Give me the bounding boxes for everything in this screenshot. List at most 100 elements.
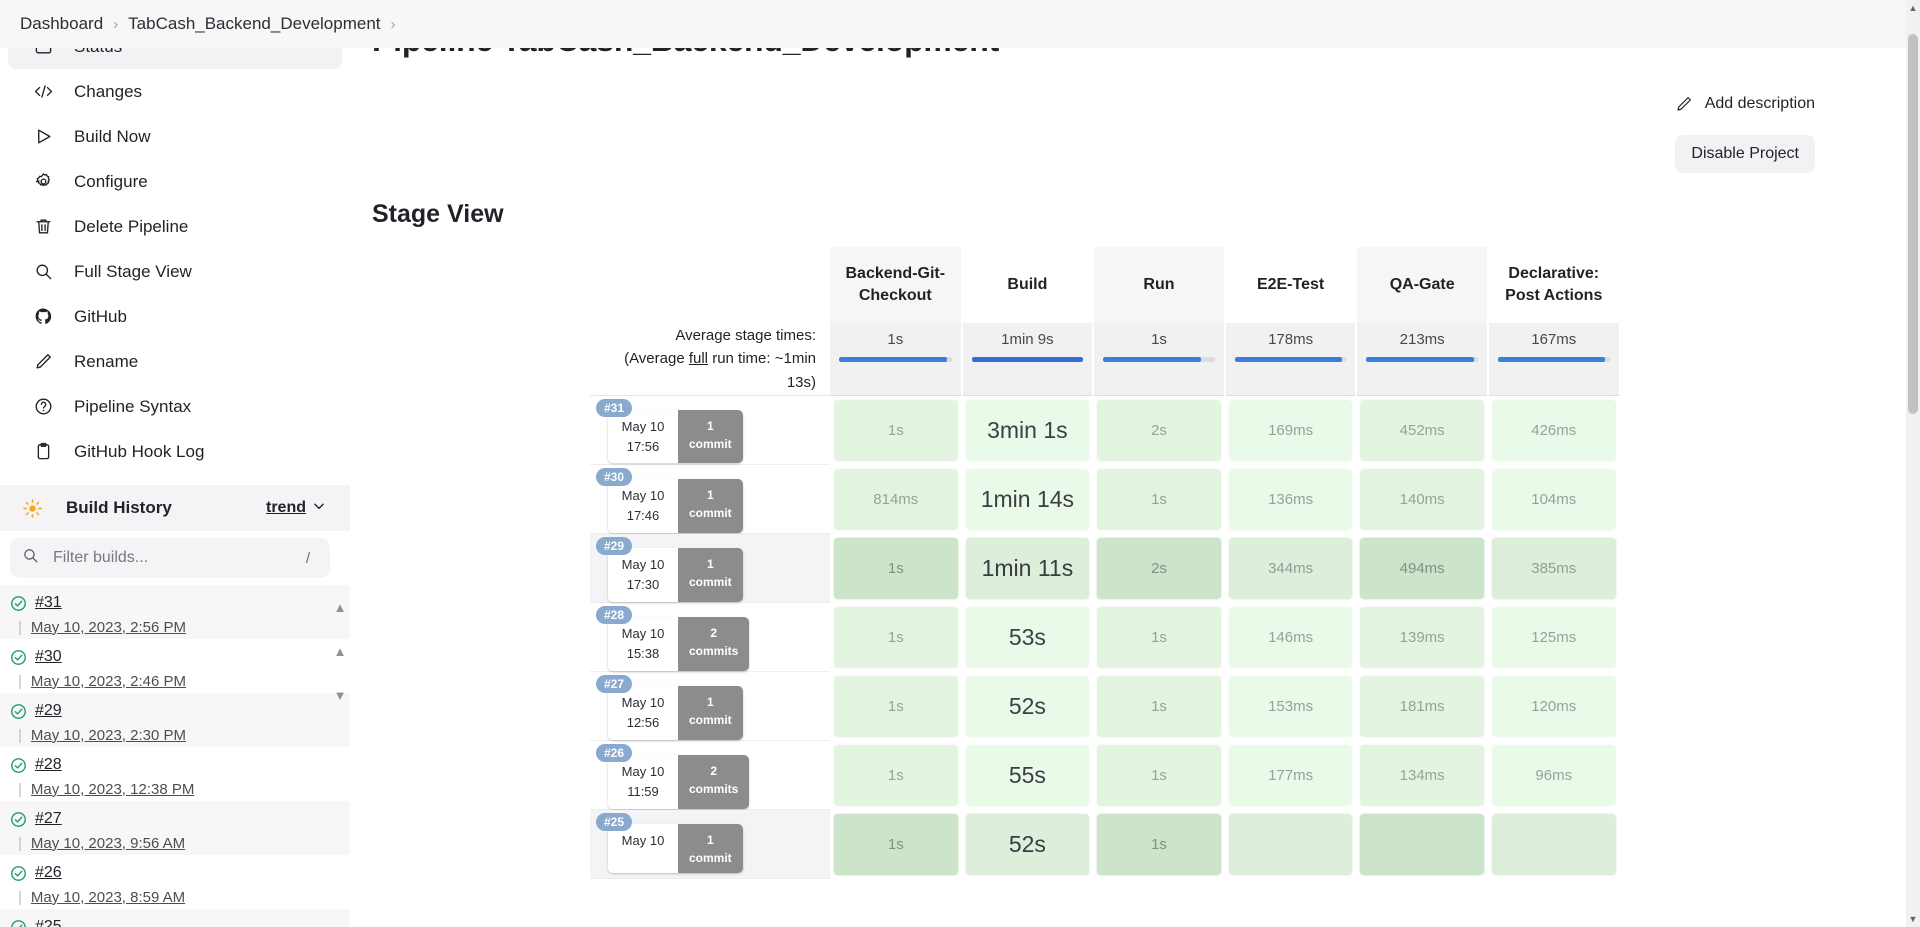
build-info-cell[interactable]: #31 May 10 17:56 1 commit: [590, 395, 830, 466]
list-item[interactable]: #30 | May 10, 2023, 2:46 PM: [0, 639, 350, 693]
build-number-link[interactable]: #26: [35, 864, 62, 882]
chevron-down-icon[interactable]: [312, 499, 328, 518]
list-item[interactable]: #26 | May 10, 2023, 8:59 AM: [0, 855, 350, 909]
stage-cell[interactable]: 134ms: [1356, 741, 1488, 810]
breadcrumb-item-project[interactable]: TabCash_Backend_Development: [122, 12, 386, 36]
build-number-badge[interactable]: #29: [596, 537, 633, 556]
stage-header-backend-git-checkout[interactable]: Backend-Git-Checkout: [830, 247, 963, 323]
build-number-link[interactable]: #27: [35, 810, 62, 828]
commit-box[interactable]: May 10 17:56 1 commit: [608, 409, 743, 464]
table-row[interactable]: #30 May 10 17:46 1 commit 814ms 1min 14s: [590, 464, 1620, 535]
stage-cell[interactable]: 181ms: [1356, 672, 1488, 741]
build-history-list[interactable]: #31 | May 10, 2023, 2:56 PM #30 | May 10…: [0, 585, 350, 927]
stage-cell[interactable]: [1225, 810, 1357, 879]
stage-cell[interactable]: 169ms: [1225, 395, 1357, 465]
commit-box[interactable]: May 10 12:56 1 commit: [608, 686, 743, 740]
stage-cell[interactable]: 426ms: [1488, 395, 1620, 465]
stage-cell[interactable]: 452ms: [1356, 395, 1488, 465]
scrollbar-up-icon[interactable]: ▲: [1906, 0, 1920, 16]
stage-cell[interactable]: 1s: [1093, 603, 1225, 672]
build-list-scroll-controls[interactable]: ▲ ▲ ▼: [330, 598, 350, 706]
scroll-up-step-icon[interactable]: ▲: [330, 642, 350, 662]
build-info-cell[interactable]: #26 May 10 11:59 2 commits: [590, 740, 830, 811]
commit-box[interactable]: May 10 17:46 1 commit: [608, 479, 743, 533]
stage-cell[interactable]: 52s: [962, 810, 1094, 879]
commit-count-box[interactable]: 2 commits: [678, 755, 750, 809]
stage-cell[interactable]: 1s: [1093, 741, 1225, 810]
stage-cell[interactable]: [1356, 810, 1488, 879]
filter-builds-input[interactable]: [51, 548, 298, 568]
stage-cell[interactable]: 136ms: [1225, 465, 1357, 534]
stage-header-qa-gate[interactable]: QA-Gate: [1356, 247, 1489, 323]
stage-cell[interactable]: 139ms: [1356, 603, 1488, 672]
stage-cell[interactable]: 2s: [1093, 534, 1225, 603]
stage-cell[interactable]: 1s: [830, 534, 962, 603]
sidebar-item-delete-pipeline[interactable]: Delete Pipeline: [8, 204, 342, 249]
stage-cell[interactable]: 177ms: [1225, 741, 1357, 810]
stage-header-build[interactable]: Build: [961, 247, 1095, 323]
breadcrumb-item-dashboard[interactable]: Dashboard: [14, 12, 109, 36]
build-number-badge[interactable]: #26: [596, 744, 633, 763]
list-item[interactable]: #31 | May 10, 2023, 2:56 PM: [0, 585, 350, 639]
commit-count-box[interactable]: 1 commit: [678, 686, 743, 740]
commit-count-box[interactable]: 1 commit: [678, 824, 743, 874]
build-info-cell[interactable]: #28 May 10 15:38 2 commits: [590, 602, 830, 673]
sidebar-item-build-now[interactable]: Build Now: [8, 114, 342, 159]
table-row[interactable]: #27 May 10 12:56 1 commit 1s 52s 1s 153m…: [590, 671, 1620, 742]
stage-cell[interactable]: 1s: [830, 672, 962, 741]
stage-cell[interactable]: 344ms: [1225, 534, 1357, 603]
build-number-link[interactable]: #28: [35, 756, 62, 774]
build-date-link[interactable]: May 10, 2023, 12:38 PM: [31, 781, 194, 798]
sidebar-item-rename[interactable]: Rename: [8, 339, 342, 384]
build-date-link[interactable]: May 10, 2023, 2:56 PM: [31, 619, 186, 636]
list-item[interactable]: #25: [0, 909, 350, 927]
stage-cell[interactable]: 146ms: [1225, 603, 1357, 672]
stage-cell[interactable]: 153ms: [1225, 672, 1357, 741]
build-date-link[interactable]: May 10, 2023, 8:59 AM: [31, 889, 185, 906]
build-number-link[interactable]: #30: [35, 648, 62, 666]
stage-cell[interactable]: 1min 11s: [962, 534, 1094, 603]
build-number-badge[interactable]: #25: [596, 813, 633, 832]
build-number-badge[interactable]: #28: [596, 606, 633, 625]
build-info-cell[interactable]: #25 May 10 1 commit: [590, 809, 830, 880]
stage-cell[interactable]: 96ms: [1488, 741, 1620, 810]
sidebar-item-configure[interactable]: Configure: [8, 159, 342, 204]
stage-cell[interactable]: 53s: [962, 603, 1094, 672]
sidebar-item-pipeline-syntax[interactable]: Pipeline Syntax: [8, 384, 342, 429]
stage-cell[interactable]: 52s: [962, 672, 1094, 741]
commit-count-box[interactable]: 1 commit: [678, 479, 743, 533]
stage-cell[interactable]: 1min 14s: [962, 465, 1094, 534]
table-row[interactable]: #29 May 10 17:30 1 commit 1s 1min 11s 2s…: [590, 533, 1620, 604]
scroll-down-icon[interactable]: ▼: [330, 686, 350, 706]
disable-project-button[interactable]: Disable Project: [1675, 135, 1815, 173]
list-item[interactable]: #27 | May 10, 2023, 9:56 AM: [0, 801, 350, 855]
commit-box[interactable]: May 10 15:38 2 commits: [608, 617, 750, 671]
commit-box[interactable]: May 10 1 commit: [608, 824, 743, 874]
stage-cell[interactable]: 494ms: [1356, 534, 1488, 603]
commit-count-box[interactable]: 2 commits: [678, 617, 750, 671]
stage-header-e2e-test[interactable]: E2E-Test: [1224, 247, 1358, 323]
add-description-button[interactable]: Add description: [1675, 95, 1815, 113]
build-info-cell[interactable]: #29 May 10 17:30 1 commit: [590, 533, 830, 604]
build-date-link[interactable]: May 10, 2023, 2:46 PM: [31, 673, 186, 690]
sidebar-item-changes[interactable]: Changes: [8, 69, 342, 114]
table-row[interactable]: #26 May 10 11:59 2 commits 1s 55s 1s 177…: [590, 740, 1620, 811]
build-date-link[interactable]: May 10, 2023, 2:30 PM: [31, 727, 186, 744]
stage-cell[interactable]: [1488, 810, 1620, 879]
stage-cell[interactable]: 3min 1s: [962, 395, 1094, 465]
stage-cell[interactable]: 1s: [1093, 465, 1225, 534]
build-info-cell[interactable]: #30 May 10 17:46 1 commit: [590, 464, 830, 535]
build-date-link[interactable]: May 10, 2023, 9:56 AM: [31, 835, 185, 852]
commit-box[interactable]: May 10 11:59 2 commits: [608, 755, 750, 809]
sidebar-item-github-hook-log[interactable]: GitHub Hook Log: [8, 429, 342, 474]
stage-cell[interactable]: 1s: [830, 603, 962, 672]
stage-cell[interactable]: 2s: [1093, 395, 1225, 465]
build-number-link[interactable]: #29: [35, 702, 62, 720]
stage-cell[interactable]: 140ms: [1356, 465, 1488, 534]
stage-cell[interactable]: 1s: [830, 395, 962, 465]
stage-cell[interactable]: 385ms: [1488, 534, 1620, 603]
stage-cell[interactable]: 1s: [830, 741, 962, 810]
commit-box[interactable]: May 10 17:30 1 commit: [608, 548, 743, 602]
scroll-up-icon[interactable]: ▲: [330, 598, 350, 618]
build-number-link[interactable]: #31: [35, 594, 62, 612]
